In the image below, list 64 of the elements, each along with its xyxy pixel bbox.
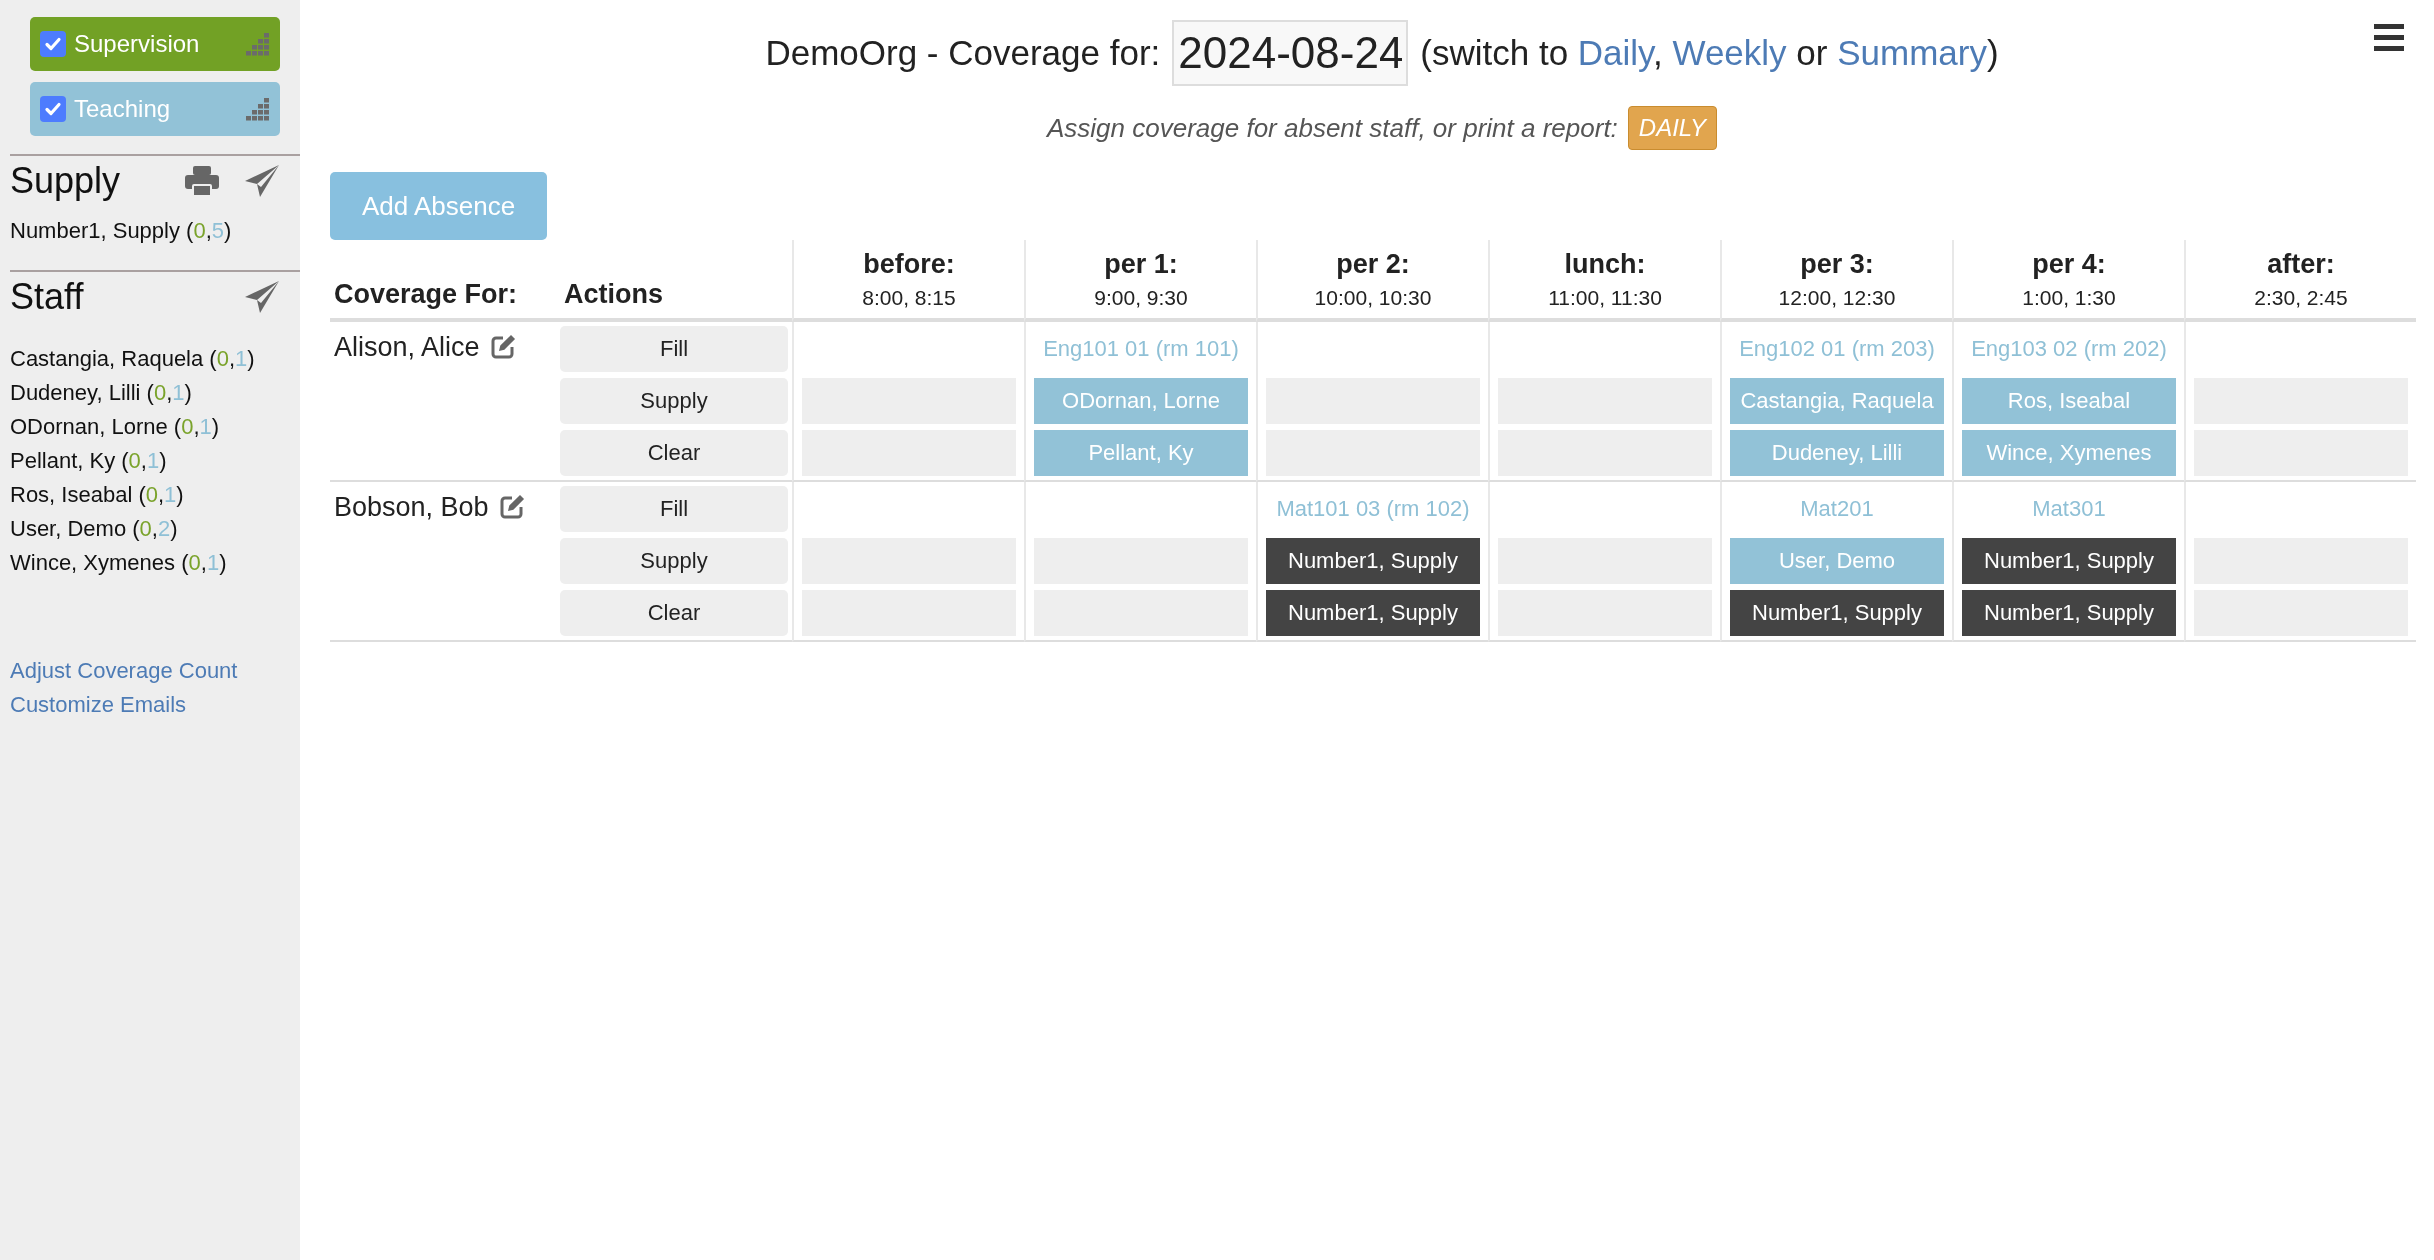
class-label: Mat201 (1800, 496, 1874, 522)
bar-chart-icon[interactable] (246, 32, 270, 56)
staff-person[interactable]: Castangia, Raquela (0,1) (0, 342, 300, 376)
checkbox[interactable] (40, 31, 66, 57)
action-button[interactable]: Fill (560, 326, 788, 372)
assigned-slot[interactable]: Number1, Supply (1266, 538, 1480, 584)
assigned-slot[interactable]: Number1, Supply (1730, 590, 1944, 636)
class-label: Mat301 (2032, 496, 2106, 522)
absent-staff-name: Alison, Alice (334, 331, 480, 364)
period-name: after: (2267, 249, 2335, 280)
class-label: Mat101 03 (rm 102) (1276, 496, 1470, 522)
class-label: Eng101 01 (rm 101) (1043, 336, 1239, 362)
staff-person[interactable]: User, Demo (0,2) (0, 512, 300, 546)
action-button[interactable]: Fill (560, 486, 788, 532)
class-label: Eng103 02 (rm 202) (1971, 336, 2167, 362)
action-button[interactable]: Clear (560, 590, 788, 636)
staff-person[interactable]: Wince, Xymenes (0,1) (0, 546, 300, 580)
staff-person[interactable]: Ros, Iseabal (0,1) (0, 478, 300, 512)
period-name: per 4: (2032, 249, 2106, 280)
edit-icon[interactable] (489, 334, 516, 360)
view-link[interactable]: Summary (1837, 33, 1987, 72)
bar-chart-icon[interactable] (246, 97, 270, 121)
staff-person[interactable]: ODornan, Lorne (0,1) (0, 410, 300, 444)
column-header: Coverage For: (334, 279, 519, 310)
period-time: 9:00, 9:30 (1094, 286, 1188, 310)
absent-staff-name: Bobson, Bob (334, 491, 489, 524)
period-time: 1:00, 1:30 (2022, 286, 2116, 310)
period-time: 11:00, 11:30 (1548, 286, 1662, 310)
period-name: per 3: (1800, 249, 1874, 280)
period-time: 2:30, 2:45 (2254, 286, 2348, 310)
sidebar-link[interactable]: Adjust Coverage Count (10, 654, 238, 688)
paper-plane-icon[interactable] (244, 164, 280, 198)
view-link[interactable]: Daily (1577, 33, 1654, 72)
section-title: Staff (10, 276, 85, 318)
checkbox[interactable] (40, 96, 66, 122)
action-button[interactable]: Clear (560, 430, 788, 476)
section-title: Supply (10, 160, 122, 202)
staff-person[interactable]: Dudeney, Lilli (0,1) (0, 376, 300, 410)
assigned-slot[interactable]: Number1, Supply (1266, 590, 1480, 636)
period-name: lunch: (1564, 249, 1646, 280)
period-name: per 2: (1336, 249, 1410, 280)
action-button[interactable]: Supply (560, 538, 788, 584)
printer-icon[interactable] (184, 165, 220, 197)
paper-plane-icon[interactable] (244, 280, 280, 314)
sidebar-link[interactable]: Customize Emails (10, 688, 187, 722)
assigned-slot[interactable]: Number1, Supply (1962, 590, 2176, 636)
action-button[interactable]: Supply (560, 378, 788, 424)
period-time: 8:00, 8:15 (862, 286, 956, 310)
date-field[interactable]: 2024-08-24 (1172, 20, 1409, 86)
period-time: 10:00, 10:30 (1314, 286, 1432, 310)
edit-icon[interactable] (498, 494, 525, 520)
view-switch-text: (switch to Daily, Weekly or Summary) (1420, 33, 1999, 73)
period-name: per 1: (1104, 249, 1178, 280)
supply-person[interactable]: Number1, Supply (0,5) (0, 214, 300, 248)
page-title: DemoOrg - Coverage for: (765, 33, 1161, 73)
view-link[interactable]: Weekly (1672, 33, 1787, 72)
period-name: before: (863, 249, 955, 280)
staff-person[interactable]: Pellant, Ky (0,1) (0, 444, 300, 478)
assigned-slot[interactable]: Number1, Supply (1962, 538, 2176, 584)
column-header: Actions (564, 279, 664, 310)
class-label: Eng102 01 (rm 203) (1739, 336, 1935, 362)
period-time: 12:00, 12:30 (1778, 286, 1896, 310)
instructions-text: Assign coverage for absent staff, or print a report: (1047, 112, 1618, 144)
menu-icon[interactable] (2374, 24, 2404, 52)
